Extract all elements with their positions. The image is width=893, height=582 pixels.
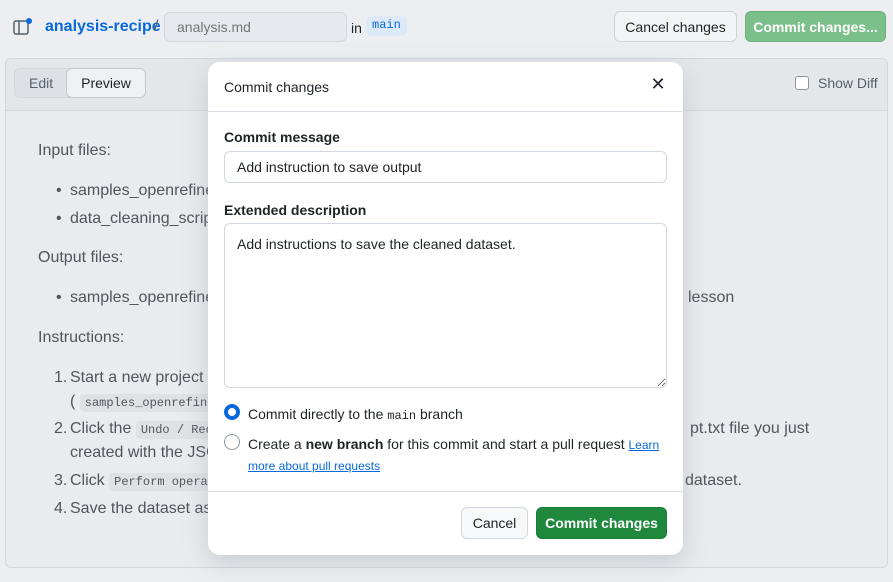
extended-description-label: Extended description	[224, 202, 367, 218]
divider	[208, 491, 683, 492]
extended-description-textarea[interactable]: Add instructions to save the cleaned dat…	[224, 223, 667, 388]
commit-message-input[interactable]	[224, 151, 667, 183]
dialog-title: Commit changes	[224, 79, 330, 95]
new-branch-label: Create a new branch for this commit and …	[248, 436, 660, 473]
cancel-button[interactable]: Cancel	[461, 507, 528, 539]
commit-button[interactable]: Commit changes	[536, 507, 667, 539]
commit-message-label: Commit message	[224, 129, 340, 145]
commit-direct-option[interactable]: Commit directly to the main branch	[224, 404, 463, 426]
commit-dialog: Commit changes ✕ Commit message Extended…	[208, 62, 683, 555]
commit-direct-label: Commit directly to the main branch	[248, 406, 463, 423]
close-icon[interactable]: ✕	[649, 75, 667, 93]
divider	[208, 111, 683, 112]
new-branch-option[interactable]: Create a new branch for this commit and …	[224, 434, 664, 476]
radio-commit-direct[interactable]	[224, 404, 240, 420]
radio-new-branch[interactable]	[224, 434, 240, 450]
